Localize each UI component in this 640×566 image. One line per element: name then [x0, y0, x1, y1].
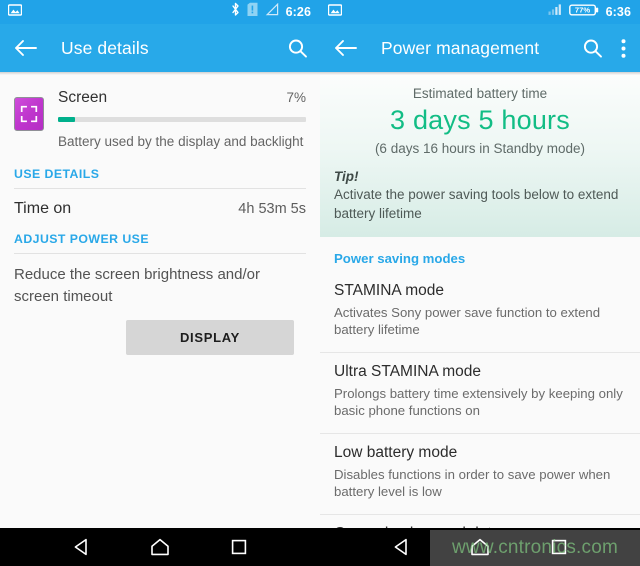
- toolbar-actions-right: [579, 35, 630, 61]
- tip-body: Activate the power saving tools below to…: [334, 187, 619, 221]
- power-saving-modes-label: Power saving modes: [334, 251, 466, 267]
- sim-card-icon: [247, 2, 258, 22]
- signal-triangle-icon: [265, 2, 279, 21]
- estimated-battery-time-label: Estimated battery time: [412, 86, 548, 101]
- standby-battery-time: (6 days 16 hours in Standby mode): [374, 141, 586, 156]
- system-navigation-bar: www.cntronics.com: [0, 528, 640, 566]
- adjust-power-use-text: Reduce the screen brightness and/or scre…: [14, 266, 260, 305]
- display-button-area: DISPLAY: [0, 307, 320, 355]
- home-icon[interactable]: [143, 532, 177, 562]
- tip-title: Tip!: [334, 169, 359, 184]
- estimated-battery-time-value: 3 days 5 hours: [390, 105, 570, 135]
- screen-usage-name: Screen: [58, 89, 108, 106]
- nav-buttons-left: [0, 528, 320, 566]
- recents-square-icon[interactable]: [542, 532, 576, 562]
- battery-percent-text: 77%: [574, 5, 589, 14]
- time-on-row: Time on 4h 53m 5s: [0, 189, 320, 230]
- recents-square-icon[interactable]: [222, 532, 256, 562]
- status-bar-left-icons: [7, 3, 23, 22]
- screen-usage-progress-fill: [58, 117, 76, 122]
- nav-buttons-right: [320, 528, 640, 566]
- bluetooth-icon: [231, 2, 240, 22]
- adjust-power-use-section-label: ADJUST POWER USE: [14, 232, 149, 247]
- time-on-value: 4h 53m 5s: [238, 201, 306, 218]
- toolbar-left: Use details: [0, 24, 320, 72]
- page-title: Power management: [381, 37, 540, 58]
- screen-usage-entry: Screen 7% Battery used by the display an…: [0, 75, 320, 151]
- back-arrow-icon[interactable]: [12, 35, 38, 61]
- mode-description: Prolongs battery time extensively by kee…: [334, 385, 623, 419]
- screen-usage-main: Screen 7% Battery used by the display an…: [58, 89, 306, 151]
- list-item[interactable]: STAMINA mode Activates Sony power save f…: [320, 272, 640, 352]
- search-icon[interactable]: [579, 35, 605, 61]
- screen-usage-percent: 7%: [286, 90, 306, 105]
- status-bar-clock: 6:36: [605, 4, 631, 19]
- right-screen-power-management: 77% 6:36 Power management Estimated batt…: [320, 0, 640, 528]
- battery-estimate-card: Estimated battery time 3 days 5 hours (6…: [320, 75, 640, 238]
- status-bar-right-cluster-right: 77% 6:36: [548, 3, 631, 22]
- display-button[interactable]: DISPLAY: [126, 319, 294, 355]
- list-item[interactable]: Ultra STAMINA mode Prolongs battery time…: [320, 352, 640, 433]
- signal-bars-icon: [548, 3, 562, 21]
- use-details-section-label: USE DETAILS: [14, 167, 100, 182]
- status-bar-left: 6:26: [0, 0, 320, 24]
- home-icon[interactable]: [463, 532, 497, 562]
- status-bar-right: 77% 6:36: [320, 0, 640, 24]
- mode-description: Activates Sony power save function to ex…: [334, 304, 601, 338]
- status-bar-clock: 6:26: [285, 4, 311, 19]
- toolbar-right: Power management: [320, 24, 640, 72]
- toolbar-actions-left: [284, 35, 310, 61]
- page-title: Use details: [61, 37, 149, 58]
- photo-icon: [327, 3, 343, 22]
- mode-title: Ultra STAMINA mode: [334, 363, 482, 381]
- battery-icon: 77%: [568, 3, 599, 22]
- mode-description: Disables functions in order to save powe…: [334, 466, 611, 500]
- screen-usage-description: Battery used by the display and backligh…: [58, 134, 304, 149]
- screen-usage-progress: [58, 117, 306, 122]
- mode-title: Low battery mode: [334, 444, 458, 462]
- screen-usage-head: Screen 7%: [58, 89, 306, 107]
- left-screen-use-details: 6:26 Use details Screen 7% Battery used …: [0, 0, 320, 528]
- list-item[interactable]: Queue background data: [320, 514, 640, 528]
- use-details-content: Screen 7% Battery used by the display an…: [0, 75, 320, 355]
- mode-title: STAMINA mode: [334, 282, 444, 300]
- back-triangle-icon[interactable]: [64, 532, 98, 562]
- list-item[interactable]: Low battery mode Disables functions in o…: [320, 433, 640, 514]
- back-triangle-icon[interactable]: [384, 532, 418, 562]
- power-management-content: Estimated battery time 3 days 5 hours (6…: [320, 75, 640, 528]
- status-bar-right-cluster-left: 6:26: [231, 2, 311, 22]
- screen-icon: [14, 97, 44, 131]
- status-bar-left-icons-right: [327, 3, 343, 22]
- back-arrow-icon[interactable]: [332, 35, 358, 61]
- photo-icon: [7, 3, 23, 22]
- time-on-label: Time on: [14, 200, 72, 218]
- more-vert-icon[interactable]: [616, 35, 630, 61]
- phone-screenshot-pair: 6:26 Use details Screen 7% Battery used …: [0, 0, 640, 566]
- search-icon[interactable]: [284, 35, 310, 61]
